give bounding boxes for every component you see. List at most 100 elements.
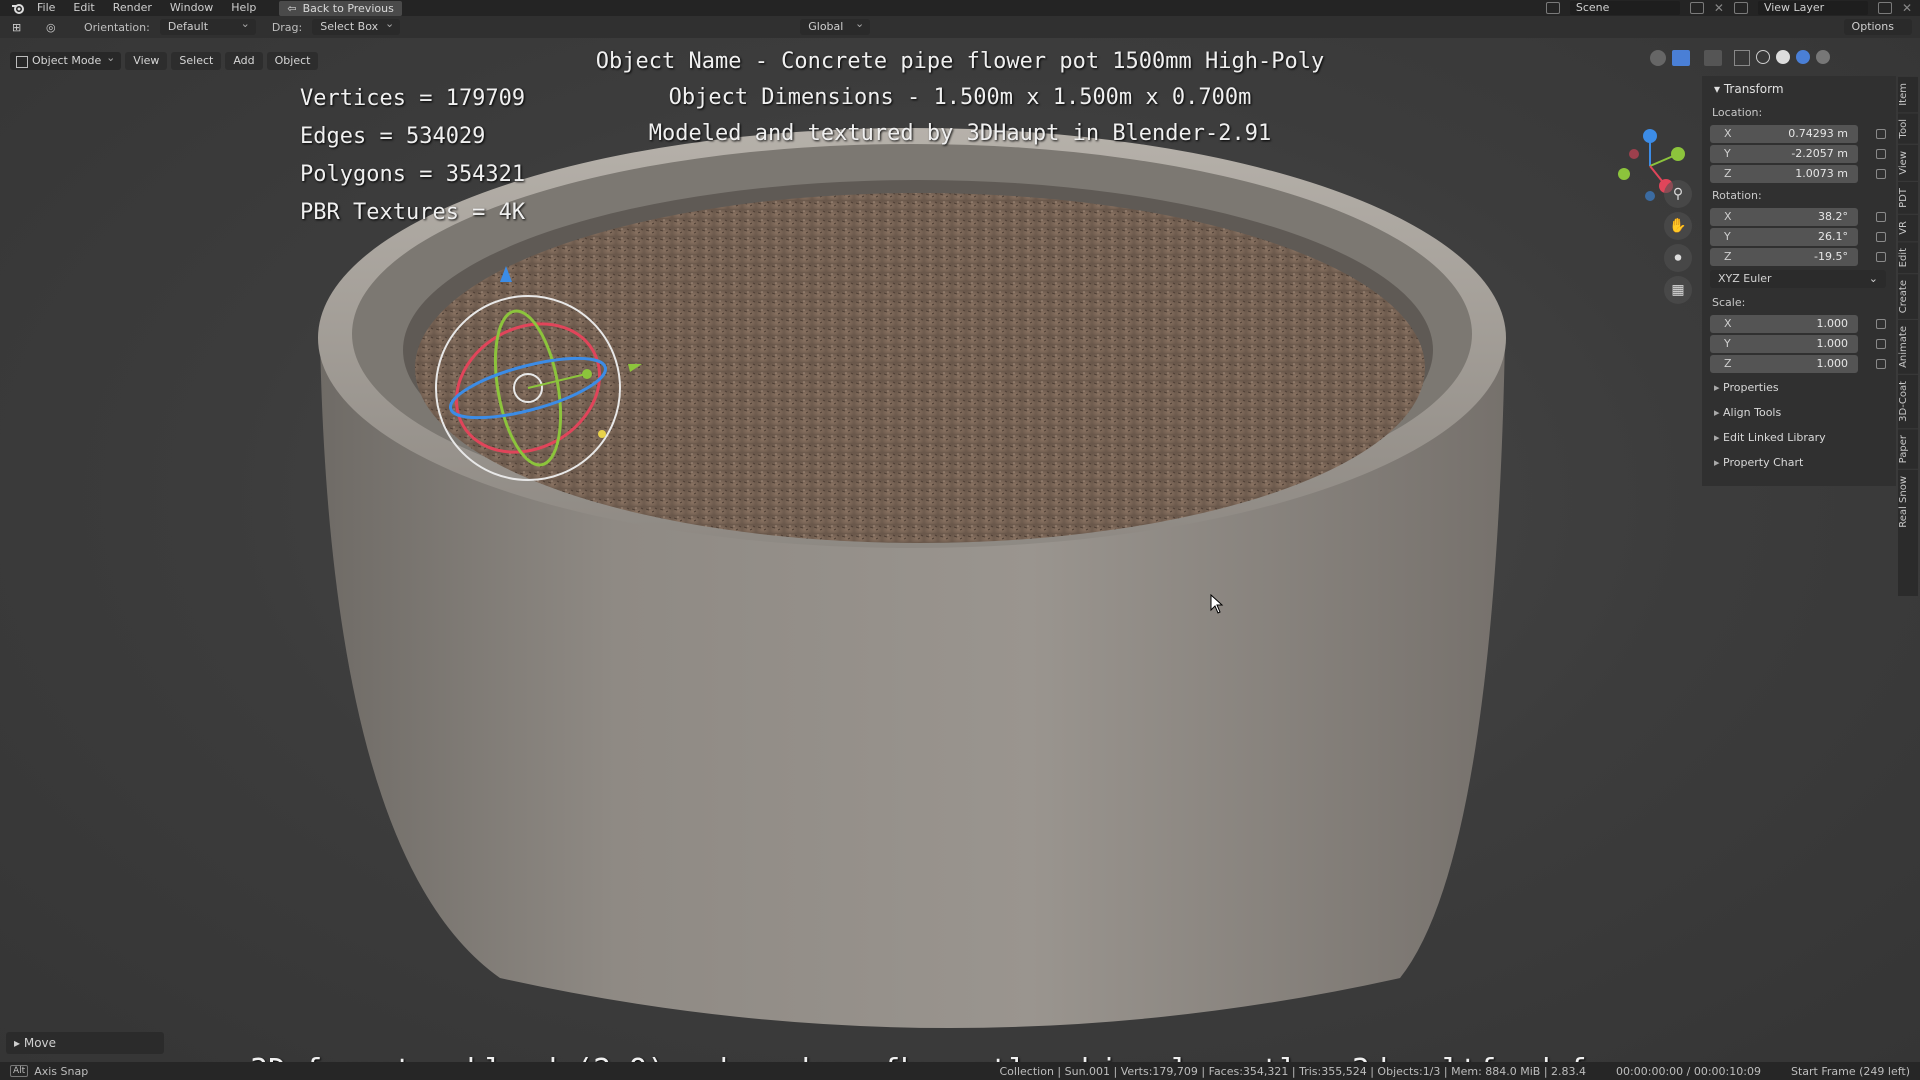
object-name-line: Object Name - Concrete pipe flower pot 1… <box>595 49 1325 74</box>
options-dropdown[interactable]: Options <box>1843 19 1912 35</box>
tab-tool[interactable]: Tool <box>1898 111 1918 145</box>
rendered-shading-icon[interactable] <box>1816 50 1830 64</box>
lock-icon[interactable] <box>1876 232 1886 242</box>
tab-item[interactable]: Item <box>1898 76 1918 112</box>
object-mode-dropdown[interactable]: Object Mode <box>10 49 122 70</box>
status-info: Collection | Sun.001 | Verts:179,709 | F… <box>1000 1065 1911 1078</box>
top-menu-bar: File Edit Render Window Help ⇦ Back to P… <box>0 0 1920 16</box>
camera-icon[interactable]: ⏺ <box>1664 244 1692 272</box>
new-scene-icon[interactable] <box>1689 2 1704 14</box>
view-menu[interactable]: View <box>125 52 168 70</box>
expand-arrow-icon: ▸ <box>14 1036 24 1050</box>
tab-paper[interactable]: Paper <box>1898 427 1918 470</box>
location-z-value: 1.0073 m <box>1795 167 1848 180</box>
tab-real-snow[interactable]: Real Snow <box>1898 469 1918 534</box>
lock-icon[interactable] <box>1876 339 1886 349</box>
rotation-mode-value: XYZ Euler <box>1718 272 1772 285</box>
gizmo-toggle-icon[interactable] <box>1672 50 1690 66</box>
material-shading-icon[interactable] <box>1796 50 1810 64</box>
tab-view[interactable]: View <box>1898 144 1918 181</box>
lock-icon[interactable] <box>1876 252 1886 262</box>
location-y-value: -2.2057 m <box>1791 147 1848 160</box>
location-y-field[interactable]: Y -2.2057 m <box>1710 145 1858 163</box>
scale-z-value: 1.000 <box>1816 357 1849 370</box>
solid-shading-icon[interactable] <box>1776 50 1790 64</box>
rotation-y-field[interactable]: Y 26.1° <box>1710 228 1858 246</box>
polygons-count: Polygons = 354321 <box>300 162 526 187</box>
scene-field[interactable]: Scene <box>1569 1 1680 15</box>
new-view-layer-icon[interactable] <box>1877 2 1892 14</box>
add-menu[interactable]: Add <box>225 52 263 70</box>
object-menu[interactable]: Object <box>266 52 319 70</box>
back-to-previous-button[interactable]: ⇦ Back to Previous <box>279 0 402 16</box>
scale-z-field[interactable]: Z 1.000 <box>1710 355 1858 373</box>
axis-label: X <box>1724 127 1732 140</box>
lock-icon[interactable] <box>1876 359 1886 369</box>
chevron-down-icon: ⌄ <box>1868 272 1878 285</box>
lock-icon[interactable] <box>1876 149 1886 159</box>
edit-linked-library-panel-header[interactable]: Edit Linked Library <box>1702 425 1896 450</box>
menu-help[interactable]: Help <box>222 0 265 16</box>
mesh-stats-overlay: Vertices = 179709 Edges = 534029 Polygon… <box>300 80 525 232</box>
object-info-overlay: Object Name - Concrete pipe flower pot 1… <box>520 44 1400 152</box>
view-layer-field[interactable]: View Layer <box>1757 1 1868 15</box>
menu-file[interactable]: File <box>28 0 64 16</box>
location-z-field[interactable]: Z 1.0073 m <box>1710 165 1858 183</box>
tab-edit[interactable]: Edit <box>1898 240 1918 273</box>
axis-label: X <box>1724 317 1732 330</box>
rotation-x-field[interactable]: X 38.2° <box>1710 208 1858 226</box>
align-tools-panel-header[interactable]: Align Tools <box>1702 400 1896 425</box>
last-operator-panel[interactable]: ▸ Move <box>6 1032 164 1054</box>
scale-x-field[interactable]: X 1.000 <box>1710 315 1858 333</box>
scene-icon[interactable] <box>1545 2 1560 14</box>
select-menu[interactable]: Select <box>171 52 222 70</box>
scale-y-field[interactable]: Y 1.000 <box>1710 335 1858 353</box>
drag-dropdown[interactable]: Select Box <box>312 16 401 35</box>
transform-tool-icon[interactable]: ◎ <box>46 21 68 34</box>
location-x-row: X 0.74293 m <box>1710 125 1886 143</box>
orientation-dropdown[interactable]: Default <box>159 16 256 35</box>
wireframe-shading-icon[interactable] <box>1756 50 1770 64</box>
lock-icon[interactable] <box>1876 169 1886 179</box>
close-view-layer-icon[interactable]: ✕ <box>1902 1 1912 15</box>
tab-pdt[interactable]: PDT <box>1898 180 1918 214</box>
ortho-grid-icon[interactable]: ▦ <box>1664 276 1692 304</box>
menu-edit[interactable]: Edit <box>64 0 103 16</box>
menu-render[interactable]: Render <box>104 0 161 16</box>
tab-create[interactable]: Create <box>1898 272 1918 320</box>
lock-icon[interactable] <box>1876 319 1886 329</box>
scale-label: Scale: <box>1712 296 1746 309</box>
visibility-icon[interactable] <box>1650 50 1666 66</box>
axis-snap-hint: Axis Snap <box>34 1064 89 1078</box>
xray-icon[interactable] <box>1734 50 1750 66</box>
close-scene-icon[interactable]: ✕ <box>1714 1 1724 15</box>
modeled-by-line: Modeled and textured by 3DHaupt in Blend… <box>648 121 1272 146</box>
properties-panel-header[interactable]: Properties <box>1702 375 1896 400</box>
tab-3d-coat[interactable]: 3D-Coat <box>1898 374 1918 428</box>
lock-icon[interactable] <box>1876 129 1886 139</box>
scene-statistics: Collection | Sun.001 | Verts:179,709 | F… <box>999 1064 1587 1078</box>
property-chart-panel-header[interactable]: Property Chart <box>1702 450 1896 475</box>
timecode: 00:00:00:00 / 00:00:10:09 <box>1616 1064 1761 1078</box>
axis-label: Z <box>1724 357 1732 370</box>
overlay-toggle-icon[interactable] <box>1704 50 1722 66</box>
blender-logo-icon[interactable] <box>8 0 28 16</box>
zoom-icon[interactable]: ⚲ <box>1664 180 1692 208</box>
rotation-z-field[interactable]: Z -19.5° <box>1710 248 1858 266</box>
transform-space-dropdown[interactable]: Global <box>800 16 871 35</box>
lock-icon[interactable] <box>1876 212 1886 222</box>
rotation-mode-dropdown[interactable]: XYZ Euler ⌄ <box>1710 270 1886 288</box>
scale-y-row: Y 1.000 <box>1710 335 1886 353</box>
tab-vr[interactable]: VR <box>1898 213 1918 241</box>
tab-animate[interactable]: Animate <box>1898 319 1918 375</box>
scene-selectors: Scene ✕ View Layer ✕ <box>1545 0 1912 16</box>
pan-hand-icon[interactable]: ✋ <box>1664 212 1692 240</box>
location-x-field[interactable]: X 0.74293 m <box>1710 125 1858 143</box>
pbr-textures: PBR Textures = 4K <box>300 200 526 225</box>
view-layer-icon[interactable] <box>1733 2 1748 14</box>
menu-window[interactable]: Window <box>161 0 222 16</box>
3d-viewport[interactable]: Vertices = 179709 Edges = 534029 Polygon… <box>0 38 1920 1062</box>
transform-section-header[interactable]: ▾ Transform <box>1702 76 1896 102</box>
location-y-row: Y -2.2057 m <box>1710 145 1886 163</box>
editor-type-icon[interactable]: ⊞ <box>12 21 32 34</box>
